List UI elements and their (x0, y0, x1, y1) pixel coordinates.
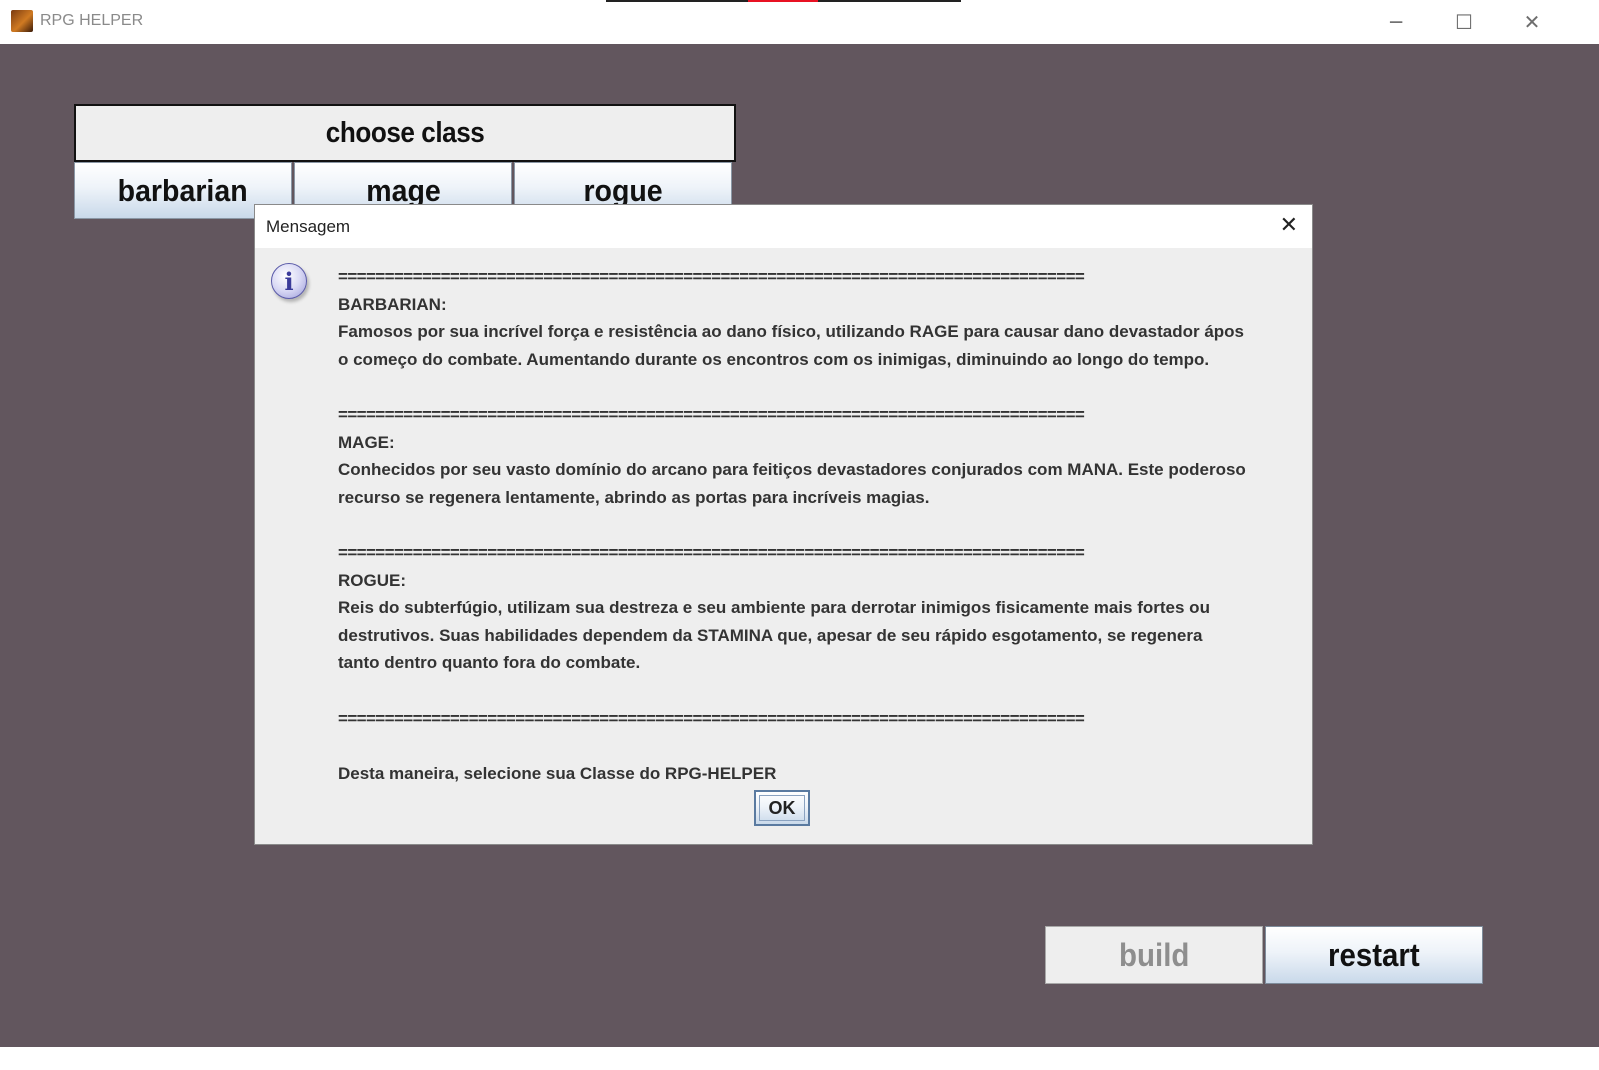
message-line: o começo do combate. Aumentando durante … (338, 349, 1210, 369)
info-glyph: i (284, 266, 294, 296)
separator-line: ========================================… (338, 708, 1085, 728)
message-line: Desta maneira, selecione sua Classe do R… (338, 763, 777, 783)
restart-button-label: restart (1328, 936, 1420, 973)
separator-line: ========================================… (338, 542, 1085, 562)
message-line: MAGE: (338, 432, 395, 452)
window-title: RPG HELPER (40, 12, 144, 29)
barbarian-button-label: barbarian (118, 173, 248, 208)
message-line: BARBARIAN: (338, 294, 447, 314)
build-button[interactable]: build (1045, 926, 1263, 984)
maximize-icon[interactable]: ☐ (1430, 0, 1498, 44)
dialog-close-icon[interactable]: ✕ (1280, 213, 1298, 238)
ok-button-label: OK (768, 797, 796, 818)
choose-class-header: choose class (74, 104, 736, 162)
info-icon: i (271, 263, 307, 299)
dialog-message: ========================================… (338, 263, 1306, 787)
window-titlebar: RPG HELPER ─ ☐ ✕ (0, 0, 1599, 45)
separator-line: ========================================… (338, 267, 1085, 286)
taskbar-indicator (606, 0, 748, 2)
dialog-title: Mensagem (266, 217, 351, 236)
message-line: tanto dentro quanto fora do combate. (338, 653, 641, 673)
message-line: Conhecidos por seu vasto domínio do arca… (338, 460, 1246, 480)
separator-line: ========================================… (338, 404, 1085, 424)
ok-button[interactable]: OK (754, 790, 810, 826)
message-line: Famosos por sua incrível força e resistê… (338, 322, 1244, 342)
message-line: destrutivos. Suas habilidades dependem d… (338, 625, 1203, 645)
minimize-icon[interactable]: ─ (1362, 0, 1430, 44)
close-icon[interactable]: ✕ (1498, 0, 1566, 44)
message-dialog: Mensagem ✕ i ===========================… (254, 204, 1313, 845)
message-line: recurso se regenera lentamente, abrindo … (338, 487, 930, 507)
restart-button[interactable]: restart (1265, 926, 1483, 984)
taskbar-indicator (818, 0, 961, 2)
message-line: Reis do subterfúgio, utilizam sua destre… (338, 598, 1210, 618)
bottom-strip (0, 1047, 1599, 1070)
taskbar-indicator-active (748, 0, 818, 2)
message-line: ROGUE: (338, 570, 406, 590)
build-button-label: build (1118, 936, 1190, 973)
dialog-titlebar: Mensagem ✕ (255, 205, 1312, 248)
choose-class-label: choose class (325, 116, 485, 149)
app-logo-icon (11, 10, 33, 32)
